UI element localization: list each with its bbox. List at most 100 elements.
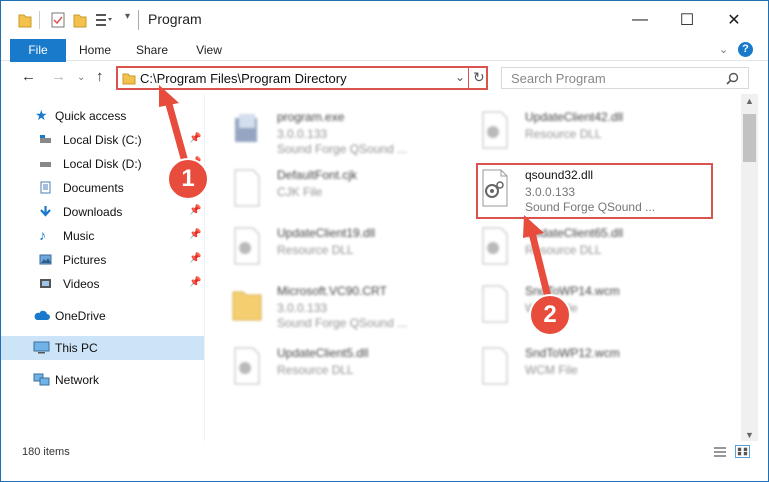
sidebar-item-label: OneDrive [55,309,106,323]
pin-icon[interactable]: 📌 [189,229,201,240]
maximize-button[interactable]: ☐ [676,9,698,31]
music-icon: ♪ [39,227,46,243]
file-highlight-box [476,163,713,219]
dll-icon [482,227,508,265]
large-icons-view-icon[interactable] [735,445,750,458]
file-name: UpdateClient19.dll [277,226,376,240]
star-icon: ★ [35,107,48,123]
new-folder-icon[interactable] [73,11,87,29]
list-item[interactable]: SndToWP14.wcm WCM File [479,280,719,332]
file-name: UpdateClient5.dll [277,346,369,360]
file-icon [482,347,508,385]
drive-icon [40,135,51,143]
cloud-icon [34,310,50,320]
callout-badge-2: 2 [529,294,571,336]
scroll-up-icon[interactable]: ▲ [745,96,754,106]
address-bar[interactable]: C:\Program Files\Program Directory ⌄ ↻ [116,66,488,90]
file-detail: WCM File [525,363,578,377]
search-placeholder[interactable]: Search Program [511,71,606,86]
file-name: UpdateClient42.dll [525,110,624,124]
file-detail: CJK File [277,185,323,199]
sidebar-item-local-disk-c[interactable]: Local Disk (C:) 📌 [1,129,204,151]
file-detail: Resource DLL [277,243,354,257]
recent-locations-icon[interactable]: ⌄ [77,72,85,83]
title-bar: ▾ Program — ☐ ✕ [1,1,768,39]
details-view-icon[interactable] [713,446,727,458]
file-name: DefaultFont.cjk [277,168,358,182]
sidebar-item-music[interactable]: ♪ Music 📌 [1,225,204,247]
sidebar-item-label: Quick access [55,109,127,123]
item-count: 180 items [22,446,70,458]
minimize-button[interactable]: — [629,9,651,31]
sidebar-item-onedrive[interactable]: OneDrive [1,305,204,327]
title-separator [138,10,139,30]
scroll-down-icon[interactable]: ▼ [745,430,754,440]
qa-separator [39,11,40,29]
sidebar-item-network[interactable]: Network [1,369,204,391]
dll-icon [482,111,508,149]
file-explorer-window: ▾ Program — ☐ ✕ File Home Share View ⌄ ?… [0,0,769,482]
sidebar-item-videos[interactable]: Videos 📌 [1,273,204,295]
exe-icon [235,114,257,142]
sidebar-item-pictures[interactable]: Pictures 📌 [1,249,204,271]
qa-dropdown-icon[interactable]: ▾ [125,11,130,29]
tab-home[interactable]: Home [73,39,117,61]
file-detail: 3.0.0.133 [277,127,328,141]
list-item[interactable]: UpdateClient19.dll Resource DLL [231,222,471,274]
sidebar-item-downloads[interactable]: Downloads 📌 [1,201,204,223]
sidebar-item-label: Local Disk (D:) [63,157,142,171]
network-icon [33,373,50,386]
help-icon[interactable]: ? [738,42,753,57]
list-item[interactable]: DefaultFont.cjk CJK File [231,164,471,216]
up-arrow-icon[interactable]: ↑ [96,68,104,85]
file-name: UpdateClient65.dll [525,226,624,240]
sidebar-item-label: Local Disk (C:) [63,133,142,147]
sidebar-item-label: Videos [63,277,100,291]
address-path: C:\Program Files\Program Directory [140,71,347,86]
folder-icon[interactable] [18,11,32,29]
forward-arrow-icon[interactable]: → [51,68,66,85]
pin-icon[interactable]: 📌 [189,253,201,264]
vertical-scrollbar[interactable]: ▲ ▼ [741,94,758,444]
back-arrow-icon[interactable]: ← [21,68,36,85]
list-item[interactable]: UpdateClient5.dll Resource DLL [231,342,471,394]
sidebar-item-quick-access[interactable]: ★ Quick access [1,105,204,127]
pictures-icon [39,254,52,265]
properties-icon[interactable] [51,11,65,29]
refresh-icon[interactable]: ↻ [473,69,485,86]
file-icon [234,169,260,207]
callout-badge-1: 1 [167,158,209,200]
file-detail: Sound Forge QSound ... [277,142,408,156]
address-dropdown-icon[interactable]: ⌄ [455,70,465,84]
search-box[interactable]: Search Program [501,67,749,89]
status-bar: 180 items [1,441,768,463]
file-detail: Resource DLL [525,243,602,257]
documents-icon [40,181,51,194]
sidebar-item-this-pc[interactable]: This PC [1,336,204,360]
list-item[interactable]: Microsoft.VC90.CRT 3.0.0.133 Sound Forge… [231,280,471,332]
tab-view[interactable]: View [187,39,231,61]
file-icon [482,285,508,323]
list-item[interactable]: SndToWP12.wcm WCM File [479,342,719,394]
close-button[interactable]: ✕ [723,9,745,31]
sidebar-item-label: Pictures [63,253,107,267]
file-detail: 3.0.0.133 [277,301,328,315]
file-name: Microsoft.VC90.CRT [277,284,387,298]
computer-icon [33,341,50,354]
list-item[interactable]: UpdateClient65.dll Resource DLL [479,222,719,274]
search-icon[interactable] [726,72,739,85]
pin-icon[interactable]: 📌 [189,205,201,216]
customize-icon[interactable] [95,11,113,29]
list-item[interactable]: program.exe 3.0.0.133 Sound Forge QSound… [231,106,471,158]
pin-icon[interactable]: 📌 [189,133,201,144]
ribbon-expand-icon[interactable]: ⌄ [719,43,728,56]
address-divider [468,66,469,90]
list-item[interactable]: UpdateClient42.dll Resource DLL [479,106,719,158]
drive-icon [40,162,51,167]
dll-icon [234,227,260,265]
file-name: program.exe [277,110,345,124]
tab-share[interactable]: Share [129,39,175,61]
navigation-bar: ← → ⌄ ↑ C:\Program Files\Program Directo… [1,62,768,94]
scroll-thumb[interactable] [743,114,756,162]
pin-icon[interactable]: 📌 [189,277,201,288]
